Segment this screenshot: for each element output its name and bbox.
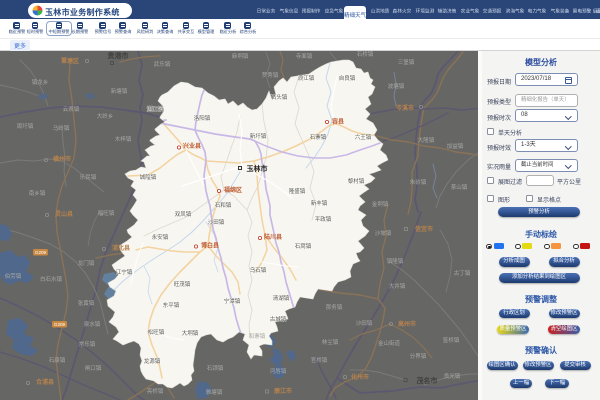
- svg-text:G209: G209: [35, 250, 47, 255]
- svg-text:松旺镇: 松旺镇: [148, 328, 165, 336]
- svg-text:灵山县: 灵山县: [54, 210, 73, 218]
- svg-text:宁潭镇: 宁潭镇: [224, 297, 241, 305]
- svg-text:石寨镇: 石寨镇: [310, 133, 327, 141]
- svg-text:镇隆镇: 镇隆镇: [387, 257, 404, 265]
- svg-text:信宜市: 信宜市: [415, 225, 433, 233]
- svg-text:闸口镇: 闸口镇: [85, 364, 102, 372]
- svg-text:罗秀镇: 罗秀镇: [262, 71, 279, 79]
- svg-text:平政镇: 平政镇: [315, 215, 332, 223]
- svg-text:清湖镇: 清湖镇: [273, 294, 290, 302]
- svg-text:洛阳镇: 洛阳镇: [194, 114, 211, 122]
- svg-text:大井镇: 大井镇: [389, 282, 406, 290]
- svg-text:常乐镇: 常乐镇: [79, 340, 96, 348]
- svg-text:那务镇: 那务镇: [326, 303, 343, 311]
- svg-text:张黄镇: 张黄镇: [78, 299, 95, 307]
- svg-text:容县: 容县: [331, 118, 344, 126]
- svg-text:福绵区: 福绵区: [223, 186, 242, 194]
- svg-text:乌石镇: 乌石镇: [250, 266, 267, 274]
- svg-text:木梓镇: 木梓镇: [115, 135, 132, 143]
- svg-text:朱砂镇: 朱砂镇: [410, 178, 427, 186]
- svg-text:大垌镇: 大垌镇: [182, 329, 199, 337]
- svg-text:波塘镇: 波塘镇: [388, 82, 405, 90]
- svg-text:茶山镇: 茶山镇: [451, 183, 468, 191]
- svg-text:岑溪市: 岑溪市: [396, 104, 414, 112]
- svg-text:湛江镇: 湛江镇: [147, 105, 164, 113]
- svg-text:和寨镇: 和寨镇: [249, 332, 266, 340]
- svg-text:新塘镇: 新塘镇: [111, 87, 128, 95]
- svg-text:覃塘区: 覃塘区: [61, 57, 79, 65]
- svg-text:石桥镇: 石桥镇: [357, 51, 374, 58]
- svg-text:陆川县: 陆川县: [264, 233, 282, 241]
- svg-text:兴业县: 兴业县: [183, 142, 201, 150]
- svg-text:马岭镇: 马岭镇: [53, 124, 70, 132]
- svg-text:贵港市: 贵港市: [108, 51, 129, 60]
- svg-text:金垌镇: 金垌镇: [372, 200, 389, 208]
- svg-text:旺茂镇: 旺茂镇: [174, 280, 191, 288]
- svg-text:沙田镇: 沙田镇: [208, 218, 225, 226]
- svg-text:南乡镇: 南乡镇: [29, 189, 46, 197]
- svg-text:石头镇: 石头镇: [271, 93, 288, 101]
- svg-text:石康镇: 石康镇: [49, 356, 66, 364]
- svg-text:城隍镇: 城隍镇: [140, 173, 157, 181]
- svg-text:泉水镇: 泉水镇: [84, 320, 101, 328]
- svg-text:东平镇: 东平镇: [163, 301, 180, 309]
- svg-text:良光镇: 良光镇: [444, 372, 461, 380]
- svg-text:镇龙乡: 镇龙乡: [32, 78, 49, 86]
- svg-text:亮桥镇: 亮桥镇: [147, 387, 164, 395]
- svg-text:自良镇: 自良镇: [339, 74, 356, 82]
- svg-text:大隆镇: 大隆镇: [418, 136, 435, 144]
- svg-text:石和镇: 石和镇: [215, 201, 232, 209]
- svg-text:雅塘镇: 雅塘镇: [206, 388, 223, 396]
- svg-text:化州市: 化州市: [351, 373, 369, 381]
- svg-text:博白县: 博白县: [201, 242, 219, 250]
- svg-text:双凤镇: 双凤镇: [175, 210, 192, 218]
- svg-text:武乐镇: 武乐镇: [154, 60, 171, 68]
- svg-text:加益镇: 加益镇: [447, 142, 464, 150]
- svg-text:大岭乡: 大岭乡: [97, 112, 114, 120]
- svg-text:河唇镇: 河唇镇: [270, 367, 287, 375]
- svg-text:伯劳镇: 伯劳镇: [5, 272, 22, 280]
- svg-text:浪江镇: 浪江镇: [298, 74, 315, 82]
- svg-text:寺面镇: 寺面镇: [296, 52, 313, 60]
- svg-text:玉林市: 玉林市: [247, 164, 268, 173]
- svg-text:古城镇: 古城镇: [270, 315, 287, 323]
- svg-text:周圩镇: 周圩镇: [17, 122, 34, 130]
- svg-text:新丰镇: 新丰镇: [311, 199, 328, 207]
- svg-text:石窝镇: 石窝镇: [295, 242, 312, 250]
- svg-text:乐民镇: 乐民镇: [80, 173, 97, 181]
- svg-text:沙田镇: 沙田镇: [356, 319, 373, 327]
- svg-text:六王镇: 六王镇: [355, 133, 372, 141]
- svg-text:福旺镇: 福旺镇: [98, 209, 115, 217]
- svg-text:古丁镇: 古丁镇: [454, 269, 471, 277]
- svg-text:石颈镇: 石颈镇: [207, 364, 224, 372]
- svg-text:廉江市: 廉江市: [273, 387, 292, 395]
- svg-text:沙坡镇: 沙坡镇: [375, 229, 392, 237]
- svg-text:金山街道: 金山街道: [378, 339, 401, 347]
- svg-text:高州市: 高州市: [398, 320, 416, 328]
- svg-text:新圩镇: 新圩镇: [250, 132, 267, 140]
- svg-text:龙源镇: 龙源镇: [144, 357, 161, 365]
- svg-text:麻垌镇: 麻垌镇: [232, 52, 249, 60]
- svg-text:江宁镇: 江宁镇: [116, 268, 133, 276]
- svg-text:林尘镇: 林尘镇: [322, 338, 339, 346]
- svg-text:G209: G209: [54, 322, 66, 327]
- svg-text:笪桥镇: 笪桥镇: [443, 336, 460, 344]
- svg-text:茂名市: 茂名市: [417, 376, 438, 385]
- svg-text:官桥镇: 官桥镇: [311, 356, 328, 364]
- svg-text:永安镇: 永安镇: [152, 233, 169, 241]
- svg-text:龙门镇: 龙门镇: [78, 259, 95, 267]
- svg-text:浦北县: 浦北县: [112, 244, 130, 252]
- svg-text:横州市: 横州市: [53, 155, 71, 163]
- svg-text:黎村镇: 黎村镇: [348, 177, 365, 185]
- svg-text:分界镇: 分界镇: [410, 352, 427, 360]
- svg-text:隆盛镇: 隆盛镇: [289, 187, 306, 195]
- svg-text:白石水镇: 白石水镇: [40, 275, 63, 283]
- svg-text:合浦县: 合浦县: [36, 378, 54, 386]
- svg-text:三堡镇: 三堡镇: [398, 58, 415, 66]
- svg-text:云表镇: 云表镇: [63, 105, 80, 113]
